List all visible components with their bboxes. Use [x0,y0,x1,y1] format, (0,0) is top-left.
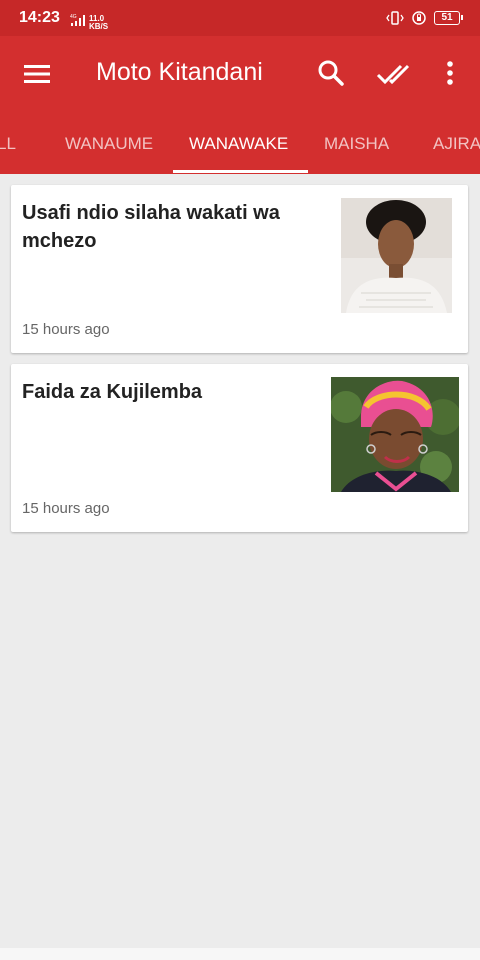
app-bar: Moto Kitandani [0,36,480,112]
status-time: 14:23 [19,9,60,26]
status-bar: 14:23 4G 11.0 KB/S 51 [0,0,480,36]
network-speed: 11.0 KB/S [89,15,108,31]
bottom-edge [0,948,480,960]
app-title: Moto Kitandani [96,58,263,86]
data-saver-icon [412,11,426,25]
status-icons: 51 [386,10,463,26]
article-time: 15 hours ago [22,500,110,517]
battery-icon: 51 [434,11,463,25]
article-thumbnail[interactable] [341,198,452,313]
network-type: 4G [70,14,77,20]
tab-maisha[interactable]: MAISHA [324,134,389,154]
tab-ajira[interactable]: AJIRA [433,134,480,154]
tab-wanaume[interactable]: WANAUME [65,134,153,154]
signal-icon: 4G [70,14,85,26]
vibrate-icon [386,11,404,25]
article-card[interactable]: Faida za Kujilemba 15 hours ago [11,364,468,532]
tab-ll[interactable]: LL [0,134,16,154]
menu-icon[interactable] [22,60,52,88]
tab-indicator [173,170,308,173]
tab-wanawake[interactable]: WANAWAKE [189,134,288,154]
category-tabs: LL WANAUME WANAWAKE MAISHA AJIRA [0,112,480,174]
double-check-icon[interactable] [376,60,414,88]
article-thumbnail[interactable] [331,377,459,492]
speed-unit: KB/S [89,22,109,31]
article-title[interactable]: Faida za Kujilemba [22,378,322,406]
search-icon[interactable] [316,58,346,88]
article-time: 15 hours ago [22,321,110,338]
article-card[interactable]: Usafi ndio silaha wakati wa mchezo 15 ho… [11,185,468,353]
article-title[interactable]: Usafi ndio silaha wakati wa mchezo [22,199,322,255]
more-vert-icon[interactable] [440,58,460,88]
